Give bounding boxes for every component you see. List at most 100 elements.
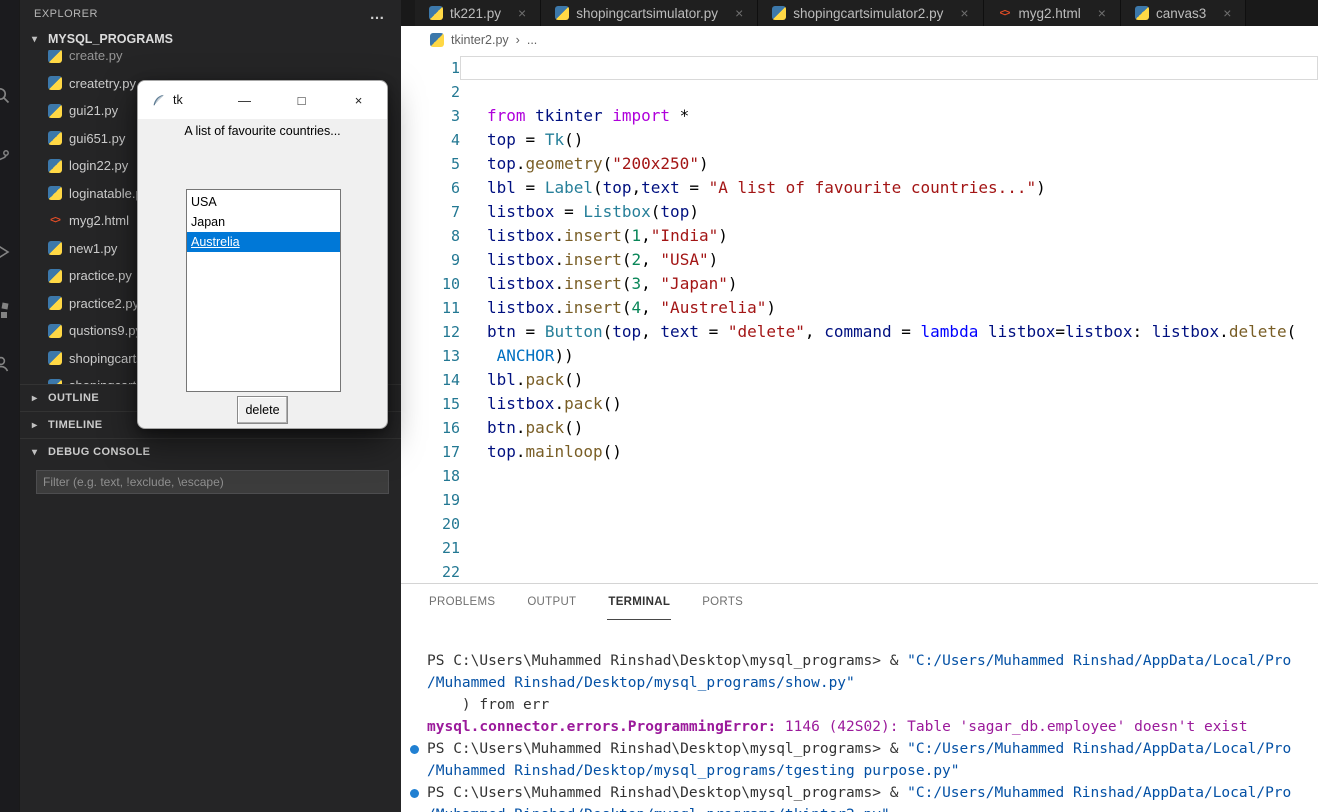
python-file-icon [430,33,444,47]
close-icon[interactable]: × [735,5,743,21]
terminal-line: ) from err [401,694,1318,716]
breadcrumb-file[interactable]: tkinter2.py [451,33,509,47]
file-name: gui21.py [69,103,119,119]
code-text: ANCHOR)) [460,344,1318,368]
activity-bar [0,0,20,812]
code-line: 20 [401,512,1318,536]
terminal-token: "C:/Users/Muhammed Rinshad/AppData/Local… [907,741,1292,757]
tk-titlebar[interactable]: tk — □ × [138,81,387,119]
close-button[interactable]: × [330,81,387,119]
chevron-right-icon: ▸ [32,419,38,431]
code-line: 15 listbox.pack() [401,392,1318,416]
python-file-icon [48,323,62,338]
tk-app-window[interactable]: tk — □ × A list of favourite countries..… [137,80,388,429]
tab-bar: tk221.py × shopingcartsimulator.py × shoping… [401,0,1318,26]
explorer-header: EXPLORER … [20,0,401,28]
listbox-item[interactable]: Japan [187,212,340,232]
section-debug-console[interactable]: ▾ DEBUG CONSOLE [20,438,401,465]
code-line: 4 top = Tk() [401,128,1318,152]
code-token: . [554,226,565,245]
account-icon[interactable] [0,352,13,376]
editor-tab[interactable]: shopingcartsimulator2.py × [758,0,984,26]
terminal-content[interactable]: PS C:\Users\Muhammed Rinshad\Desktop\mys… [401,620,1318,812]
countries-listbox[interactable]: USA Japan Austrelia [186,189,341,392]
python-file-icon [48,351,62,366]
code-token: listbox [487,298,555,317]
code-token: : [1132,322,1152,341]
code-token: tkinter [525,106,613,125]
run-debug-icon[interactable] [0,240,13,264]
close-icon[interactable]: × [518,5,526,21]
search-icon[interactable] [0,84,13,108]
command-decoration-dot [410,745,419,754]
code-line: 9 listbox.insert(2, "USA") [401,248,1318,272]
line-number: 7 [450,203,460,221]
panel-tab-ports[interactable]: PORTS [701,584,744,620]
editor-tab[interactable]: shopingcartsimulator.py × [541,0,759,26]
code-text: btn.pack() [460,416,1318,440]
line-number: 19 [441,491,460,509]
listbox-item[interactable]: Austrelia [187,232,340,252]
code-token: ( [1286,322,1297,341]
source-control-icon[interactable] [0,144,13,168]
code-token: geometry [525,154,603,173]
file-name: qustions9.py [69,323,142,339]
panel-tab-terminal[interactable]: TERMINAL [607,584,672,620]
python-file-icon [48,241,62,256]
debug-filter-input[interactable] [36,470,389,494]
code-area[interactable]: 1 2 3 from tkinter import * 4 top = Tk() 5 top.… [401,54,1318,583]
code-line: 6 lbl = Label(top,text = "A list of favou… [401,176,1318,200]
editor-tab[interactable]: tk221.py × [415,0,542,26]
code-token: * [670,106,690,125]
folder-mysql-programs[interactable]: ▾ MYSQL_PROGRAMS [20,28,401,50]
close-icon[interactable]: × [1098,5,1106,21]
code-line: 8 listbox.insert(1,"India") [401,224,1318,248]
command-decoration-dot [410,789,419,798]
delete-button[interactable]: delete [237,396,288,424]
line-number: 4 [450,131,460,149]
breadcrumb-ellipsis[interactable]: ... [527,33,537,47]
close-icon[interactable]: × [960,5,968,21]
editor-tab[interactable]: <> myg2.html × [983,0,1121,26]
python-file-icon [48,186,62,201]
code-token: , [641,250,661,269]
maximize-button[interactable]: □ [273,81,330,119]
python-file-icon [48,131,62,146]
terminal-token: "C:/Users/Muhammed Rinshad/AppData/Local… [907,653,1292,669]
panel-tab-problems[interactable]: PROBLEMS [428,584,496,620]
close-icon[interactable]: × [1223,5,1231,21]
code-token: "Japan" [660,274,728,293]
editor-tab[interactable]: canvas3 × [1120,0,1247,26]
tab-label: tk221.py [450,5,502,21]
section-label: DEBUG CONSOLE [48,446,151,458]
panel-tab-output[interactable]: OUTPUT [526,584,577,620]
listbox-item[interactable]: USA [187,192,340,212]
extensions-icon[interactable] [0,300,13,324]
code-token: "A list of favourite countries..." [708,178,1037,197]
code-line: 22 [401,560,1318,583]
code-text: listbox.insert(1,"India") [460,224,1318,248]
terminal-text: PS C:\Users\Muhammed Rinshad\Desktop\mys… [427,653,1291,669]
line-number: 9 [450,251,460,269]
code-token: listbox [978,322,1056,341]
minimize-button[interactable]: — [216,81,273,119]
code-text: listbox.insert(4, "Austrelia") [460,296,1318,320]
code-token: 4 [631,298,642,317]
code-token: top [612,322,642,341]
code-text [460,56,1318,80]
python-file-icon [48,296,62,311]
code-token: ) [689,202,699,221]
file-name: myg2.html [69,213,129,229]
code-token: . [554,250,565,269]
countries-label: A list of favourite countries... [184,124,341,138]
tab-label: shopingcartsimulator.py [576,5,719,21]
more-actions-icon[interactable]: … [370,6,386,23]
code-token: = [515,130,545,149]
code-token: , [641,322,661,341]
terminal-token: "C:/Users/Muhammed Rinshad/AppData/Local… [907,785,1292,801]
code-token: () [602,442,622,461]
